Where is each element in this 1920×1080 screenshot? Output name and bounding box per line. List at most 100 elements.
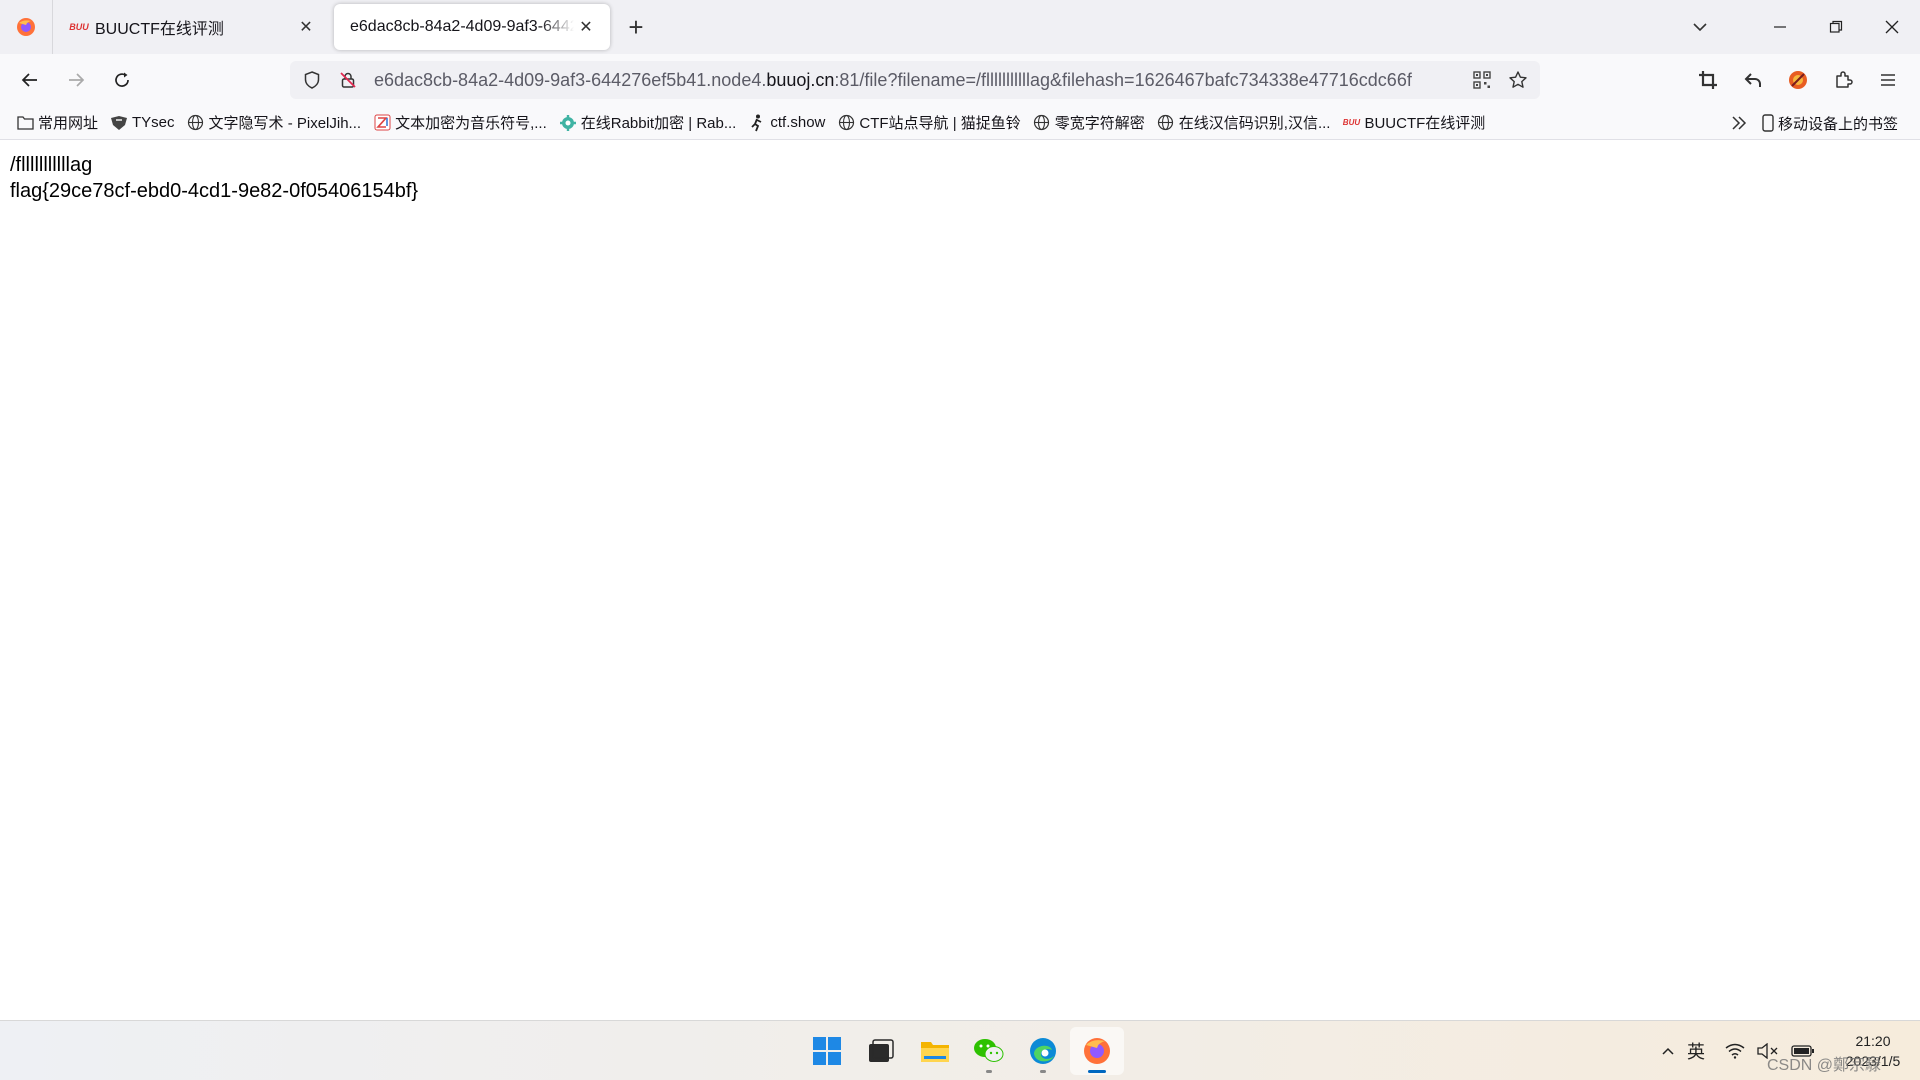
mobile-bookmarks-folder[interactable]: 移动设备上的书签 — [1762, 106, 1898, 140]
list-all-tabs-button[interactable] — [1672, 0, 1728, 54]
bookmark-tysec[interactable]: TYsec — [106, 108, 183, 138]
tab-buuctf[interactable]: BUU BUUCTF在线评测 ✕ — [55, 4, 330, 50]
bookmark-label: 零宽字符解密 — [1054, 115, 1145, 132]
reload-button[interactable] — [100, 58, 144, 102]
bookmark-ctfshow[interactable]: ctf.show — [744, 108, 833, 138]
firefox-taskbar-button[interactable] — [1070, 1027, 1124, 1075]
undo-icon — [1744, 73, 1761, 87]
close-icon[interactable]: ✕ — [294, 15, 318, 39]
globe-icon — [837, 114, 855, 132]
bookmark-rabbit[interactable]: 在线Rabbit加密 | Rab... — [555, 108, 745, 138]
tracking-protection-button[interactable] — [294, 61, 330, 99]
firefox-icon — [17, 18, 35, 36]
task-view-icon — [869, 1039, 894, 1062]
wechat-button[interactable] — [962, 1027, 1016, 1075]
app-menu-button[interactable] — [1866, 58, 1910, 102]
task-view-button[interactable] — [854, 1027, 908, 1075]
close-window-button[interactable] — [1864, 0, 1920, 54]
new-tab-button[interactable]: + — [614, 0, 658, 54]
bookmark-music-encrypt[interactable]: 文本加密为音乐符号,... — [369, 108, 555, 138]
minimize-icon — [1774, 26, 1786, 28]
shield-icon — [304, 71, 320, 89]
addon-badge-icon — [1789, 71, 1807, 89]
ime-indicator[interactable]: 英 — [1687, 1031, 1705, 1071]
bookmark-label: CTF站点导航 | 猫捉鱼铃 — [859, 115, 1021, 132]
minimize-button[interactable] — [1752, 0, 1808, 54]
windows-logo-icon — [813, 1037, 841, 1065]
qr-code-icon — [1473, 71, 1491, 89]
restore-icon — [1829, 20, 1843, 33]
bookmark-zero-width[interactable]: 零宽字符解密 — [1029, 108, 1153, 138]
start-button[interactable] — [800, 1027, 854, 1075]
bookmark-hanxin[interactable]: 在线汉信码识别,汉信... — [1153, 108, 1339, 138]
url-suffix: :81/file?filename=/flllllllllllag&fileha… — [834, 69, 1412, 90]
zj-icon — [373, 114, 391, 132]
qr-code-button[interactable] — [1464, 61, 1500, 99]
tab-active-file[interactable]: e6dac8cb-84a2-4d09-9af3-644276ef5b41.nod… — [334, 4, 610, 50]
bookmarks-overflow-button[interactable] — [1724, 106, 1754, 140]
plus-icon: + — [628, 11, 644, 42]
crop-icon — [1699, 71, 1717, 89]
runner-icon — [748, 114, 766, 132]
wifi-icon — [1725, 1043, 1745, 1059]
gear-icon — [559, 114, 577, 132]
arrow-right-icon — [69, 73, 85, 87]
bookmark-label: 常用网址 — [38, 115, 99, 132]
active-indicator — [1088, 1070, 1106, 1073]
windows-taskbar: 英 21:20 2023/1/5 — [0, 1020, 1920, 1080]
bookmark-folder-common[interactable]: 常用网址 — [12, 108, 106, 138]
double-chevron-right-icon — [1732, 116, 1747, 130]
clock-time: 21:20 — [1855, 1033, 1891, 1049]
screenshot-button[interactable] — [1686, 58, 1730, 102]
url-host: buuoj.cn — [766, 69, 835, 90]
url-text[interactable]: e6dac8cb-84a2-4d09-9af3-644276ef5b41.nod… — [374, 70, 1464, 91]
bookmark-label: 文本加密为音乐符号,... — [395, 115, 547, 132]
extensions-button[interactable] — [1821, 58, 1865, 102]
folder-icon — [16, 114, 34, 132]
back-button[interactable] — [8, 58, 52, 102]
arrow-left-icon — [21, 73, 37, 87]
buu-favicon-icon: BUU — [69, 22, 89, 32]
buu-favicon-icon: BUU — [1342, 118, 1361, 127]
bookmark-buuctf[interactable]: BUU BUUCTF在线评测 — [1338, 108, 1493, 138]
insecure-lock-icon — [340, 72, 356, 88]
bookmark-label: BUUCTF在线评测 — [1364, 115, 1486, 132]
close-icon — [1885, 20, 1899, 34]
mobile-bookmarks-label: 移动设备上的书签 — [1778, 115, 1899, 133]
show-hidden-icons-button[interactable] — [1661, 1031, 1675, 1071]
chevron-down-icon — [1693, 23, 1707, 32]
navigation-toolbar: e6dac8cb-84a2-4d09-9af3-644276ef5b41.nod… — [0, 54, 1920, 106]
bookmarks-toolbar: 常用网址 TYsec 文字隐写术 - PixelJih... 文本加密为音乐符号… — [0, 106, 1920, 140]
tab-title: e6dac8cb-84a2-4d09-9af3-644276ef5b41.nod… — [350, 18, 574, 35]
file-explorer-button[interactable] — [908, 1027, 962, 1075]
running-indicator — [1040, 1070, 1046, 1073]
url-prefix: e6dac8cb-84a2-4d09-9af3-644276ef5b41.nod… — [374, 69, 767, 90]
firefox-view-button[interactable] — [0, 0, 53, 54]
csdn-watermark: CSDN @鄭宗騄 — [1767, 1057, 1882, 1074]
bookmark-star-button[interactable] — [1500, 61, 1536, 99]
wifi-button[interactable] — [1725, 1031, 1745, 1071]
forward-button[interactable] — [54, 58, 98, 102]
globe-icon — [1157, 114, 1175, 132]
edge-button[interactable] — [1016, 1027, 1070, 1075]
bookmark-label: ctf.show — [770, 114, 826, 131]
address-bar[interactable]: e6dac8cb-84a2-4d09-9af3-644276ef5b41.nod… — [290, 61, 1540, 99]
bookmark-pixeljihad[interactable]: 文字隐写术 - PixelJih... — [183, 108, 370, 138]
restore-button[interactable] — [1808, 0, 1864, 54]
globe-icon — [1033, 114, 1051, 132]
bookmark-ctf-nav[interactable]: CTF站点导航 | 猫捉鱼铃 — [833, 108, 1028, 138]
running-indicator — [986, 1070, 992, 1073]
chevron-up-icon — [1662, 1047, 1674, 1055]
mobile-device-icon — [1762, 114, 1774, 132]
globe-icon — [187, 114, 205, 132]
close-icon[interactable]: ✕ — [574, 15, 598, 39]
site-info-button[interactable] — [330, 61, 366, 99]
toolbar-right — [1685, 58, 1910, 102]
reload-icon — [115, 72, 129, 87]
hamburger-menu-icon — [1881, 74, 1895, 86]
tysec-icon — [110, 114, 128, 132]
extension-addon-button[interactable] — [1776, 58, 1820, 102]
tab-title: BUUCTF在线评测 — [95, 21, 224, 38]
folder-icon — [921, 1042, 949, 1062]
undo-closed-tab-button[interactable] — [1731, 58, 1775, 102]
